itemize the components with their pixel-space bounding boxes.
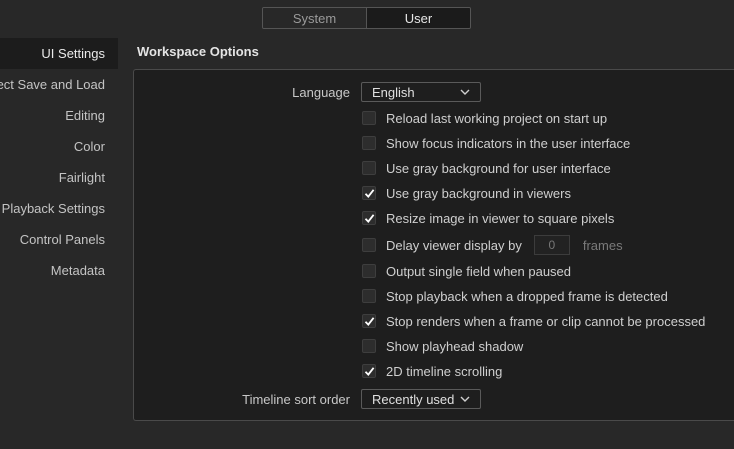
option-output-single-field: Output single field when paused [362,262,571,280]
sidebar-item-metadata[interactable]: Metadata [0,255,118,286]
sidebar-item-color[interactable]: Color [0,131,118,162]
chevron-down-icon [460,396,470,402]
option-label: Use gray background in viewers [386,185,571,201]
show-playhead-shadow-checkbox[interactable] [362,339,376,353]
checkmark-icon [364,189,375,198]
option-gray-background-viewers: Use gray background in viewers [362,184,571,202]
option-show-playhead-shadow: Show playhead shadow [362,337,523,355]
sidebar-item-playback-settings[interactable]: Playback Settings [0,193,118,224]
option-show-focus-indicators: Show focus indicators in the user interf… [362,134,630,152]
option-label: Use gray background for user interface [386,160,611,176]
sidebar-item-fairlight[interactable]: Fairlight [0,162,118,193]
option-label: Reload last working project on start up [386,110,608,126]
gray-background-viewers-checkbox[interactable] [362,186,376,200]
sidebar-item-editing[interactable]: Editing [0,100,118,131]
section-title: Workspace Options [137,44,259,59]
output-single-field-checkbox[interactable] [362,264,376,278]
option-label: Resize image in viewer to square pixels [386,210,615,226]
tab-system[interactable]: System [263,8,367,28]
resize-square-pixels-checkbox[interactable] [362,211,376,225]
reload-last-project-checkbox[interactable] [362,111,376,125]
option-stop-playback-dropped-frame: Stop playback when a dropped frame is de… [362,287,668,305]
stop-renders-checkbox[interactable] [362,314,376,328]
sidebar-item-ui-settings[interactable]: UI Settings [0,38,118,69]
stop-playback-dropped-frame-checkbox[interactable] [362,289,376,303]
chevron-down-icon [460,89,470,95]
delay-frames-input[interactable] [533,235,570,255]
option-label: Output single field when paused [386,263,572,279]
option-resize-square-pixels: Resize image in viewer to square pixels [362,209,614,227]
tab-user[interactable]: User [367,8,470,28]
gray-background-ui-checkbox[interactable] [362,161,376,175]
timeline-sort-dropdown[interactable]: Recently used [361,389,481,409]
option-label: Show playhead shadow [386,338,524,354]
option-delay-viewer-display: Delay viewer display by frames [362,235,623,255]
option-label: Delay viewer display by [386,237,522,253]
language-dropdown[interactable]: English [361,82,481,102]
checkmark-icon [364,317,375,326]
show-focus-indicators-checkbox[interactable] [362,136,376,150]
checkmark-icon [364,367,375,376]
timeline-sort-label: Timeline sort order [242,392,350,407]
option-label: Stop renders when a frame or clip cannot… [386,313,706,329]
delay-unit-label: frames [582,237,623,253]
timeline-sort-value: Recently used [372,391,455,407]
scope-segmented-control: System User [262,7,471,29]
option-reload-last-project: Reload last working project on start up [362,109,607,127]
option-gray-background-ui: Use gray background for user interface [362,159,611,177]
option-stop-renders: Stop renders when a frame or clip cannot… [362,312,705,330]
option-label: Show focus indicators in the user interf… [386,135,631,151]
sidebar: UI Settings Project Save and Load Editin… [0,38,118,286]
language-label: Language [292,85,350,100]
sidebar-item-control-panels[interactable]: Control Panels [0,224,118,255]
option-2d-timeline-scrolling: 2D timeline scrolling [362,362,502,380]
preferences-window: System User UI Settings Project Save and… [0,0,734,449]
checkmark-icon [364,214,375,223]
sidebar-item-project-save-and-load[interactable]: Project Save and Load [0,69,118,100]
option-label: 2D timeline scrolling [386,363,503,379]
2d-timeline-scrolling-checkbox[interactable] [362,364,376,378]
option-label: Stop playback when a dropped frame is de… [386,288,668,304]
workspace-options-panel: Language English Reload last working pro… [133,69,734,421]
language-value: English [372,84,415,100]
delay-viewer-display-checkbox[interactable] [362,238,376,252]
